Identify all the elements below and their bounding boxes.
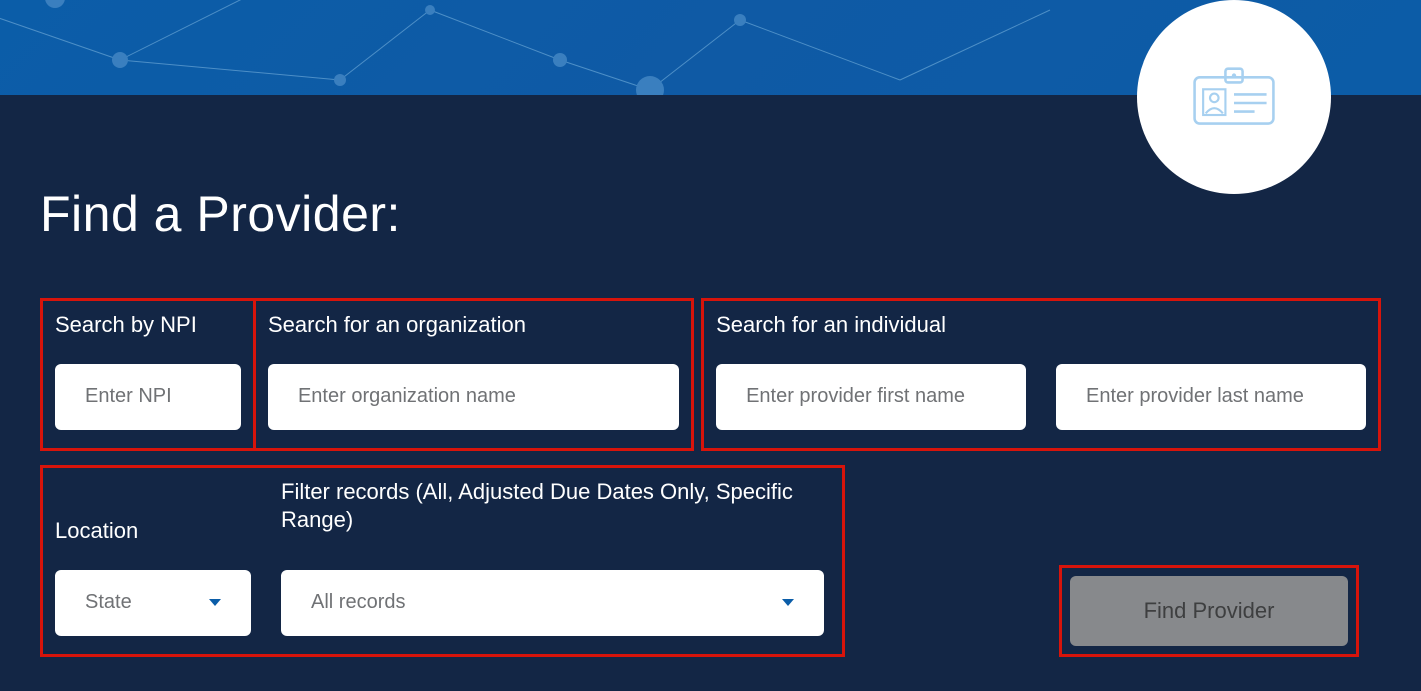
label-individual: Search for an individual (716, 311, 1366, 340)
find-provider-wrap: Find Provider (1059, 565, 1359, 657)
column-location: Location State (55, 478, 251, 636)
label-organization: Search for an organization (268, 311, 679, 340)
provider-first-name-input[interactable] (716, 364, 1026, 430)
search-panel: Find a Provider: Search by NPI Search fo… (0, 185, 1421, 657)
filter-records-value: All records (311, 591, 405, 614)
chevron-down-icon (782, 599, 794, 606)
badge-circle (1137, 0, 1331, 194)
search-row-2: Location State Filter records (All, Adju… (40, 465, 1381, 657)
hero-banner (0, 0, 1421, 95)
find-provider-button[interactable]: Find Provider (1070, 576, 1348, 646)
search-row-1: Search by NPI Search for an organization… (40, 298, 1381, 451)
state-select-value: State (85, 591, 132, 614)
npi-input[interactable] (55, 364, 241, 430)
group-search-npi: Search by NPI (40, 298, 256, 451)
label-filter: Filter records (All, Adjusted Due Dates … (281, 478, 824, 546)
organization-name-input[interactable] (268, 364, 679, 430)
group-location-filter: Location State Filter records (All, Adju… (40, 465, 845, 657)
group-search-organization: Search for an organization (253, 298, 694, 451)
filter-records-select[interactable]: All records (281, 570, 824, 636)
chevron-down-icon (209, 599, 221, 606)
column-filter: Filter records (All, Adjusted Due Dates … (281, 478, 824, 636)
id-card-icon (1189, 67, 1279, 127)
state-select[interactable]: State (55, 570, 251, 636)
label-npi: Search by NPI (55, 311, 241, 340)
provider-last-name-input[interactable] (1056, 364, 1366, 430)
label-location: Location (55, 478, 251, 546)
group-search-individual: Search for an individual (701, 298, 1381, 451)
page-title: Find a Provider: (40, 185, 1381, 243)
